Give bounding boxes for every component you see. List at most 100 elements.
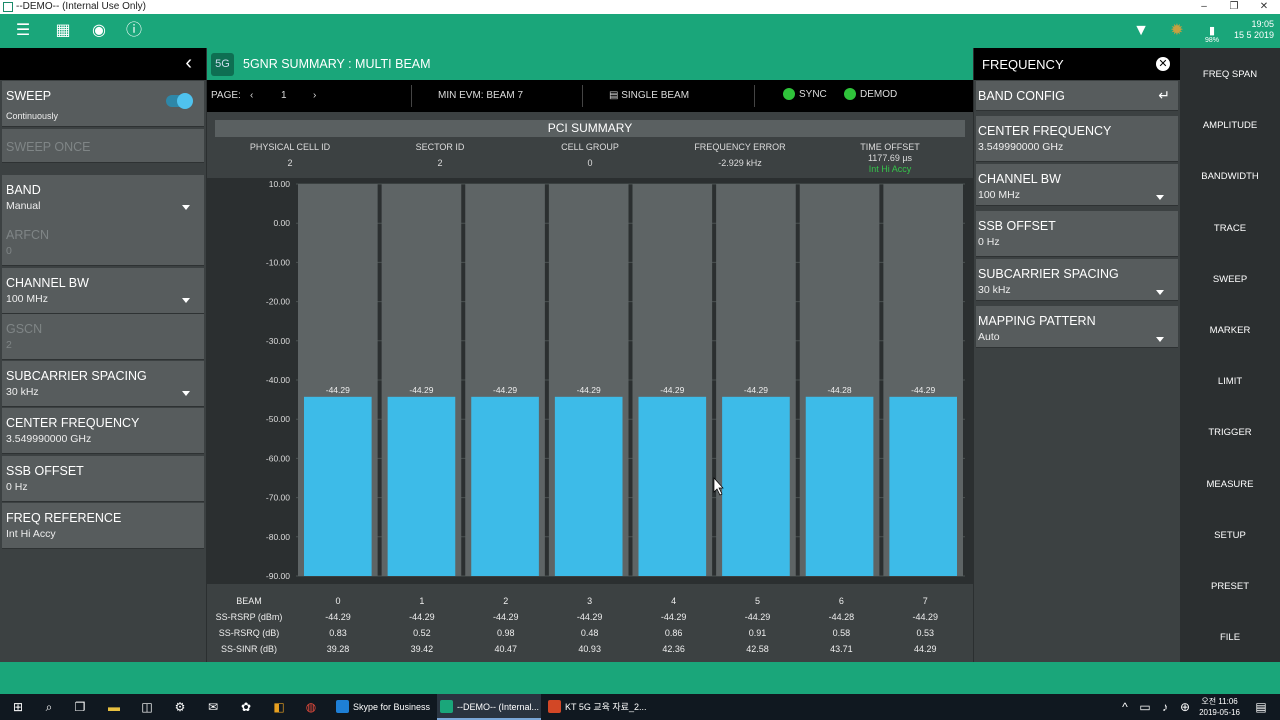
- taskbar-app[interactable]: KT 5G 교육 자료_2...: [545, 694, 650, 720]
- sync-led-icon: [783, 88, 795, 100]
- left-item-label: SWEEP: [6, 89, 52, 103]
- taskbar-app[interactable]: Skype for Business: [333, 694, 433, 720]
- back-bar: ‹: [0, 48, 206, 80]
- menu-item-freq-span[interactable]: FREQ SPAN: [1180, 69, 1280, 80]
- app-icon: [3, 2, 13, 12]
- tray-chevron-icon[interactable]: ^: [1116, 699, 1134, 715]
- left-item-value: 0 Hz: [6, 481, 28, 493]
- windows-start-icon[interactable]: ⊞: [9, 699, 27, 715]
- sweep-toggle[interactable]: [166, 93, 193, 109]
- left-item-channel-bw[interactable]: CHANNEL BW 100 MHz: [2, 268, 204, 314]
- beam-table-cell-rsrp: -44.29: [325, 612, 351, 622]
- task-view-icon[interactable]: ❐: [71, 699, 89, 715]
- single-beam-button[interactable]: ▤ SINGLE BEAM: [609, 90, 689, 101]
- file-explorer-icon[interactable]: ▬: [105, 699, 123, 715]
- left-item-subcarrier-spacing[interactable]: SUBCARRIER SPACING 30 kHz: [2, 361, 204, 407]
- left-item-ssb-offset[interactable]: SSB OFFSET 0 Hz: [2, 456, 204, 502]
- sync-label: SYNC: [799, 89, 827, 100]
- info-icon[interactable]: ⓘ: [125, 22, 143, 40]
- left-item-label: CHANNEL BW: [6, 276, 89, 290]
- minimize-button[interactable]: –: [1190, 0, 1218, 14]
- back-chevron-icon[interactable]: ‹: [185, 52, 192, 75]
- menu-item-setup[interactable]: SETUP: [1180, 530, 1280, 541]
- chrome-icon[interactable]: ◍: [302, 699, 320, 715]
- page-next-icon[interactable]: ›: [313, 90, 316, 101]
- apps-grid-icon[interactable]: ▦: [54, 22, 72, 40]
- tray-network-icon[interactable]: ▭: [1136, 699, 1154, 715]
- close-window-button[interactable]: ✕: [1250, 0, 1278, 14]
- menu-item-trace[interactable]: TRACE: [1180, 223, 1280, 234]
- menu-item-measure[interactable]: MEASURE: [1180, 479, 1280, 490]
- beam-power-chart: 10.00 0.00 -10.00 -20.00 -30.00 -40.00 -50.00 -…: [207, 178, 973, 584]
- freq-item-ssb-offset[interactable]: SSB OFFSET 0 Hz: [976, 211, 1178, 257]
- menu-item-limit[interactable]: LIMIT: [1180, 376, 1280, 387]
- menu-item-marker[interactable]: MARKER: [1180, 325, 1280, 336]
- notifications-icon[interactable]: ▤: [1252, 699, 1270, 715]
- taskbar-app[interactable]: --DEMO-- (Internal...: [437, 694, 541, 720]
- left-item-label: SWEEP ONCE: [6, 140, 91, 154]
- pci-column-label: FREQUENCY ERROR: [694, 142, 786, 152]
- divider: [582, 85, 583, 107]
- left-item-label: SUBCARRIER SPACING: [6, 369, 147, 383]
- taskbar-app-label: Skype for Business: [353, 702, 431, 712]
- clock-time: 19:05: [1251, 19, 1274, 29]
- measurement-panel: 5G 5GNR SUMMARY : MULTI BEAM PAGE: ‹ 1 ›…: [207, 48, 973, 662]
- search-icon[interactable]: ⌕: [40, 699, 58, 715]
- pci-column-label: PHYSICAL CELL ID: [249, 142, 331, 152]
- y-tick-label: -30.00: [266, 336, 290, 346]
- freq-item-subcarrier-spacing[interactable]: SUBCARRIER SPACING 30 kHz: [976, 259, 1178, 301]
- tray-ime-icon[interactable]: ⊕: [1176, 699, 1194, 715]
- beam-table-cell-sinr: 40.47: [494, 644, 518, 654]
- tray-speaker-icon[interactable]: ♪: [1156, 699, 1174, 715]
- menu-item-bandwidth[interactable]: BANDWIDTH: [1180, 171, 1280, 182]
- page-prev-icon[interactable]: ‹: [250, 90, 253, 101]
- left-item-label: GSCN: [6, 322, 43, 336]
- beam-table-cell-rsrq: 0.58: [832, 628, 851, 638]
- menu-item-sweep[interactable]: SWEEP: [1180, 274, 1280, 285]
- left-item-freq-reference[interactable]: FREQ REFERENCE Int Hi Accy: [2, 503, 204, 549]
- beam-bar: [304, 396, 372, 576]
- restore-button[interactable]: ❐: [1220, 0, 1248, 14]
- beam-table-cell-rsrp: -44.29: [493, 612, 519, 622]
- settings-gear-icon[interactable]: ⚙: [171, 699, 189, 715]
- store-icon[interactable]: ◫: [138, 699, 156, 715]
- beam-row-label: BEAM: [236, 596, 262, 606]
- left-item-band[interactable]: BAND Manual: [2, 175, 204, 221]
- beam-table-cell-beams: 1: [419, 596, 425, 606]
- left-item-gscn: GSCN 2: [2, 314, 204, 360]
- beam-bar: [722, 396, 790, 576]
- pci-time-offset: TIME OFFSET 1177.69 µs Int Hi Accy: [820, 142, 960, 175]
- freq-item-label: CHANNEL BW: [978, 172, 1061, 186]
- system-tray-clock[interactable]: 오전 11:06 2019-05-16: [1199, 696, 1240, 718]
- freq-item-band-config[interactable]: BAND CONFIG ↵: [976, 81, 1178, 111]
- beam-table-cell-beams: 0: [335, 596, 341, 606]
- outlook-icon[interactable]: ◧: [270, 699, 288, 715]
- pci-summary: PCI SUMMARY PHYSICAL CELL ID 2 SECTOR ID…: [207, 112, 973, 178]
- menu-item-trigger[interactable]: TRIGGER: [1180, 427, 1280, 438]
- freq-item-center-frequency[interactable]: CENTER FREQUENCY 3.549990000 GHz: [976, 116, 1178, 162]
- pci-sector-id: SECTOR ID 2: [370, 142, 510, 169]
- close-icon[interactable]: ✕: [1156, 57, 1170, 71]
- menu-item-file[interactable]: FILE: [1180, 632, 1280, 643]
- left-item-center-frequency[interactable]: CENTER FREQUENCY 3.549990000 GHz: [2, 408, 204, 454]
- beam-table-cell-rsrq: 0.83: [329, 628, 347, 638]
- beam-table-cell-sinr: 44.29: [914, 644, 937, 654]
- left-item-sweep-once: SWEEP ONCE: [2, 129, 204, 163]
- camera-icon[interactable]: ◉: [90, 22, 108, 40]
- pci-column-label: TIME OFFSET: [860, 142, 920, 152]
- left-item-sweep[interactable]: SWEEP Continuously: [2, 81, 204, 127]
- browser-icon[interactable]: ✿: [237, 699, 255, 715]
- menu-item-amplitude[interactable]: AMPLITUDE: [1180, 120, 1280, 131]
- wifi-icon: ▼: [1133, 22, 1149, 39]
- min-evm-label: MIN EVM: BEAM 7: [438, 90, 524, 101]
- mail-icon[interactable]: ✉: [204, 699, 222, 715]
- hamburger-menu-icon[interactable]: ☰: [14, 22, 32, 40]
- dropdown-arrow-icon: [1156, 195, 1164, 200]
- tray-date: 2019-05-16: [1199, 708, 1240, 717]
- freq-item-channel-bw[interactable]: CHANNEL BW 100 MHz: [976, 164, 1178, 206]
- menu-item-preset[interactable]: PRESET: [1180, 581, 1280, 592]
- beam-table-cell-beams: 2: [503, 596, 509, 606]
- left-item-value: Int Hi Accy: [6, 528, 56, 540]
- freq-item-mapping-pattern[interactable]: MAPPING PATTERN Auto: [976, 306, 1178, 348]
- taskbar-app-icon: [336, 700, 349, 713]
